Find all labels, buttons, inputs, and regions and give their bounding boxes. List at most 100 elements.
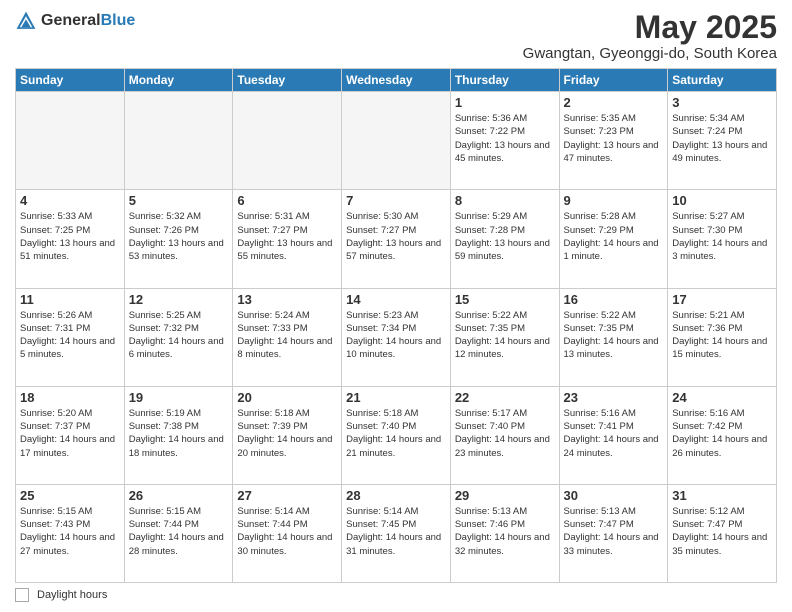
calendar-header-monday: Monday [124, 69, 233, 92]
day-info: Sunrise: 5:27 AMSunset: 7:30 PMDaylight:… [672, 210, 772, 263]
calendar-cell [16, 92, 125, 190]
day-number: 24 [672, 390, 772, 405]
calendar-cell [124, 92, 233, 190]
calendar-cell: 3 Sunrise: 5:34 AMSunset: 7:24 PMDaylight… [668, 92, 777, 190]
day-info: Sunrise: 5:18 AMSunset: 7:40 PMDaylight:… [346, 407, 446, 460]
day-info: Sunrise: 5:26 AMSunset: 7:31 PMDaylight:… [20, 309, 120, 362]
calendar-cell: 28Sunrise: 5:14 AMSunset: 7:45 PMDayligh… [342, 484, 451, 582]
logo-icon [15, 10, 37, 32]
calendar-week-1: 1 Sunrise: 5:36 AMSunset: 7:22 PMDaylight… [16, 92, 777, 190]
day-number: 30 [564, 488, 664, 503]
day-info: Sunrise: 5:16 AMSunset: 7:41 PMDaylight:… [564, 407, 664, 460]
day-info: Sunrise: 5:29 AMSunset: 7:28 PMDaylight:… [455, 210, 555, 263]
calendar-week-2: 4 Sunrise: 5:33 AMSunset: 7:25 PMDaylight… [16, 190, 777, 288]
day-number: 1 [455, 95, 555, 110]
calendar-table: SundayMondayTuesdayWednesdayThursdayFrid… [15, 68, 777, 583]
day-number: 15 [455, 292, 555, 307]
day-info: Sunrise: 5:13 AMSunset: 7:47 PMDaylight:… [564, 505, 664, 558]
day-info: Sunrise: 5:36 AMSunset: 7:22 PMDaylight:… [455, 112, 555, 165]
day-number: 13 [237, 292, 337, 307]
calendar-cell: 9Sunrise: 5:28 AMSunset: 7:29 PMDaylight… [559, 190, 668, 288]
day-number: 2 [564, 95, 664, 110]
day-number: 7 [346, 193, 446, 208]
day-info: Sunrise: 5:12 AMSunset: 7:47 PMDaylight:… [672, 505, 772, 558]
calendar-cell: 2Sunrise: 5:35 AMSunset: 7:23 PMDaylight… [559, 92, 668, 190]
calendar-cell: 29Sunrise: 5:13 AMSunset: 7:46 PMDayligh… [450, 484, 559, 582]
day-number: 22 [455, 390, 555, 405]
day-number: 18 [20, 390, 120, 405]
calendar-header-tuesday: Tuesday [233, 69, 342, 92]
calendar-cell: 11 Sunrise: 5:26 AMSunset: 7:31 PMDayligh… [16, 288, 125, 386]
day-info: Sunrise: 5:14 AMSunset: 7:44 PMDaylight:… [237, 505, 337, 558]
calendar-cell: 5 Sunrise: 5:32 AMSunset: 7:26 PMDaylight… [124, 190, 233, 288]
daylight-label: Daylight hours [37, 589, 107, 601]
calendar-week-5: 25Sunrise: 5:15 AMSunset: 7:43 PMDayligh… [16, 484, 777, 582]
day-number: 20 [237, 390, 337, 405]
calendar-cell: 15 Sunrise: 5:22 AMSunset: 7:35 PMDayligh… [450, 288, 559, 386]
page: GeneralBlue May 2025 Gwangtan, Gyeonggi-… [0, 0, 792, 612]
calendar-cell: 30 Sunrise: 5:13 AMSunset: 7:47 PMDayligh… [559, 484, 668, 582]
calendar-cell: 27 Sunrise: 5:14 AMSunset: 7:44 PMDayligh… [233, 484, 342, 582]
calendar-cell: 26Sunrise: 5:15 AMSunset: 7:44 PMDayligh… [124, 484, 233, 582]
day-info: Sunrise: 5:32 AMSunset: 7:26 PMDaylight:… [129, 210, 229, 263]
calendar-cell: 1 Sunrise: 5:36 AMSunset: 7:22 PMDaylight… [450, 92, 559, 190]
calendar-cell: 24 Sunrise: 5:16 AMSunset: 7:42 PMDayligh… [668, 386, 777, 484]
calendar-cell: 18 Sunrise: 5:20 AMSunset: 7:37 PMDayligh… [16, 386, 125, 484]
day-info: Sunrise: 5:19 AMSunset: 7:38 PMDaylight:… [129, 407, 229, 460]
calendar-cell: 10 Sunrise: 5:27 AMSunset: 7:30 PMDayligh… [668, 190, 777, 288]
day-info: Sunrise: 5:23 AMSunset: 7:34 PMDaylight:… [346, 309, 446, 362]
calendar-header-thursday: Thursday [450, 69, 559, 92]
day-number: 31 [672, 488, 772, 503]
month-title: May 2025 [523, 10, 777, 45]
calendar-cell: 25Sunrise: 5:15 AMSunset: 7:43 PMDayligh… [16, 484, 125, 582]
day-number: 19 [129, 390, 229, 405]
daylight-box [15, 588, 29, 602]
day-number: 4 [20, 193, 120, 208]
calendar-cell: 17 Sunrise: 5:21 AMSunset: 7:36 PMDayligh… [668, 288, 777, 386]
day-number: 11 [20, 292, 120, 307]
day-number: 6 [237, 193, 337, 208]
day-number: 27 [237, 488, 337, 503]
logo: GeneralBlue [15, 10, 135, 32]
calendar-cell: 19 Sunrise: 5:19 AMSunset: 7:38 PMDayligh… [124, 386, 233, 484]
calendar-cell: 14Sunrise: 5:23 AMSunset: 7:34 PMDayligh… [342, 288, 451, 386]
day-number: 12 [129, 292, 229, 307]
day-info: Sunrise: 5:16 AMSunset: 7:42 PMDaylight:… [672, 407, 772, 460]
day-info: Sunrise: 5:17 AMSunset: 7:40 PMDaylight:… [455, 407, 555, 460]
calendar-cell: 16 Sunrise: 5:22 AMSunset: 7:35 PMDayligh… [559, 288, 668, 386]
day-info: Sunrise: 5:21 AMSunset: 7:36 PMDaylight:… [672, 309, 772, 362]
calendar-week-4: 18 Sunrise: 5:20 AMSunset: 7:37 PMDayligh… [16, 386, 777, 484]
day-number: 23 [564, 390, 664, 405]
calendar-cell [233, 92, 342, 190]
calendar-cell: 13 Sunrise: 5:24 AMSunset: 7:33 PMDayligh… [233, 288, 342, 386]
day-number: 26 [129, 488, 229, 503]
day-info: Sunrise: 5:14 AMSunset: 7:45 PMDaylight:… [346, 505, 446, 558]
day-number: 21 [346, 390, 446, 405]
calendar-cell: 23 Sunrise: 5:16 AMSunset: 7:41 PMDayligh… [559, 386, 668, 484]
logo-general: GeneralBlue [41, 12, 135, 30]
day-info: Sunrise: 5:15 AMSunset: 7:43 PMDaylight:… [20, 505, 120, 558]
day-info: Sunrise: 5:22 AMSunset: 7:35 PMDaylight:… [455, 309, 555, 362]
calendar-cell: 4 Sunrise: 5:33 AMSunset: 7:25 PMDaylight… [16, 190, 125, 288]
day-number: 29 [455, 488, 555, 503]
day-number: 5 [129, 193, 229, 208]
day-number: 17 [672, 292, 772, 307]
calendar-cell: 7 Sunrise: 5:30 AMSunset: 7:27 PMDaylight… [342, 190, 451, 288]
day-info: Sunrise: 5:30 AMSunset: 7:27 PMDaylight:… [346, 210, 446, 263]
day-number: 16 [564, 292, 664, 307]
header: GeneralBlue May 2025 Gwangtan, Gyeonggi-… [15, 10, 777, 62]
calendar-header-row: SundayMondayTuesdayWednesdayThursdayFrid… [16, 69, 777, 92]
calendar-week-3: 11 Sunrise: 5:26 AMSunset: 7:31 PMDayligh… [16, 288, 777, 386]
day-info: Sunrise: 5:20 AMSunset: 7:37 PMDaylight:… [20, 407, 120, 460]
day-info: Sunrise: 5:24 AMSunset: 7:33 PMDaylight:… [237, 309, 337, 362]
day-number: 10 [672, 193, 772, 208]
day-number: 3 [672, 95, 772, 110]
calendar-cell [342, 92, 451, 190]
calendar-cell: 31 Sunrise: 5:12 AMSunset: 7:47 PMDayligh… [668, 484, 777, 582]
day-info: Sunrise: 5:31 AMSunset: 7:27 PMDaylight:… [237, 210, 337, 263]
day-info: Sunrise: 5:22 AMSunset: 7:35 PMDaylight:… [564, 309, 664, 362]
calendar-cell: 22 Sunrise: 5:17 AMSunset: 7:40 PMDayligh… [450, 386, 559, 484]
day-info: Sunrise: 5:33 AMSunset: 7:25 PMDaylight:… [20, 210, 120, 263]
day-info: Sunrise: 5:34 AMSunset: 7:24 PMDaylight:… [672, 112, 772, 165]
footer: Daylight hours [15, 588, 777, 602]
